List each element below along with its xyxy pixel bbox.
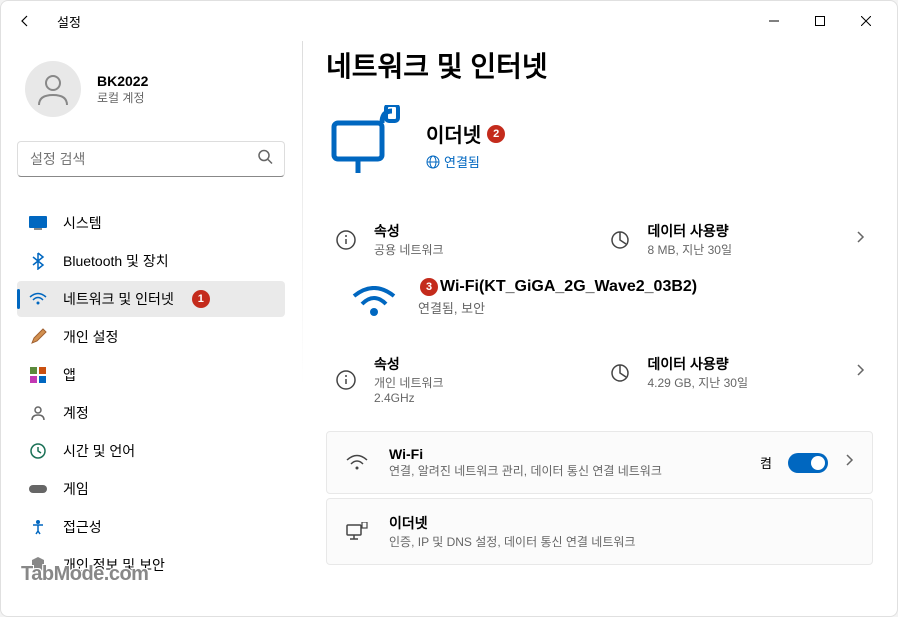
system-icon (29, 214, 47, 232)
wifi-toggle[interactable] (788, 453, 828, 473)
wifi-current: 3 Wi-Fi(KT_GiGA_2G_Wave2_03B2) 연결됨, 보안 (326, 270, 873, 334)
ethernet-usage[interactable]: 데이터 사용량 8 MB, 지난 30일 (600, 209, 874, 270)
sidebar-item-system[interactable]: 시스템 (17, 205, 285, 241)
close-icon (861, 16, 871, 26)
wifi-usage[interactable]: 데이터 사용량 4.29 GB, 지난 30일 (600, 342, 874, 403)
info-icon (334, 368, 358, 392)
sidebar-item-personalization[interactable]: 개인 설정 (17, 319, 285, 355)
minimize-button[interactable] (751, 5, 797, 37)
shield-icon (29, 556, 47, 574)
info-icon (334, 228, 358, 252)
ethernet-status-text: 연결됨 (444, 152, 480, 171)
maximize-button[interactable] (797, 5, 843, 37)
ethernet-card-sub: 인증, IP 및 DNS 설정, 데이터 통신 연결 네트워크 (389, 533, 749, 550)
wifi-name: Wi-Fi(KT_GiGA_2G_Wave2_03B2) (440, 278, 697, 296)
user-section[interactable]: BK2022 로컬 계정 (17, 53, 285, 137)
wifi-properties[interactable]: 속성 개인 네트워크 2.4GHz (326, 342, 600, 417)
back-button[interactable] (9, 5, 41, 37)
usage-label: 데이터 사용량 (648, 354, 749, 374)
ethernet-icon (345, 520, 369, 544)
ethernet-properties[interactable]: 속성 공용 네트워크 (326, 209, 600, 270)
sidebar-item-label: 시스템 (63, 213, 102, 233)
badge: 3 (420, 278, 438, 296)
badge: 1 (192, 290, 210, 308)
nav-list: 시스템 Bluetooth 및 장치 네트워크 및 인터넷 1 개인 설정 (17, 205, 285, 583)
sidebar: BK2022 로컬 계정 시스템 Bluetooth 및 장치 (1, 41, 301, 616)
accessibility-icon (29, 518, 47, 536)
maximize-icon (815, 16, 825, 26)
globe-icon (426, 155, 440, 169)
sidebar-item-apps[interactable]: 앱 (17, 357, 285, 393)
accounts-icon (29, 404, 47, 422)
properties-sub: 공용 네트워크 (374, 241, 444, 258)
titlebar: 설정 (1, 1, 897, 41)
close-button[interactable] (843, 5, 889, 37)
properties-label: 속성 (374, 221, 444, 241)
chevron-right-icon (855, 230, 865, 249)
chevron-right-icon (844, 453, 854, 472)
main-content: 네트워크 및 인터넷 이더넷 2 (301, 41, 897, 616)
sidebar-item-bluetooth[interactable]: Bluetooth 및 장치 (17, 243, 285, 279)
search-icon (257, 149, 273, 170)
wifi-icon (345, 451, 369, 475)
usage-sub: 4.29 GB, 지난 30일 (648, 374, 749, 391)
sidebar-item-time[interactable]: 시간 및 언어 (17, 433, 285, 469)
sidebar-item-label: 접근성 (63, 517, 102, 537)
wifi-card-sub: 연결, 알려진 네트워크 관리, 데이터 통신 연결 네트워크 (389, 462, 740, 479)
avatar (25, 61, 81, 117)
sidebar-item-label: 개인 정보 및 보안 (63, 555, 165, 575)
wifi-icon (350, 278, 398, 326)
sidebar-item-label: 네트워크 및 인터넷 (63, 289, 174, 309)
badge: 2 (487, 125, 505, 143)
ethernet-settings-card[interactable]: 이더넷 인증, IP 및 DNS 설정, 데이터 통신 연결 네트워크 (326, 498, 873, 565)
ethernet-card-title: 이더넷 (389, 513, 749, 533)
sidebar-item-accounts[interactable]: 계정 (17, 395, 285, 431)
search-box (17, 141, 285, 177)
properties-label: 속성 (374, 354, 444, 374)
sidebar-item-label: 앱 (63, 365, 76, 385)
usage-label: 데이터 사용량 (648, 221, 732, 241)
bluetooth-icon (29, 252, 47, 270)
page-title: 네트워크 및 인터넷 (326, 45, 873, 85)
sidebar-item-label: 게임 (63, 479, 89, 499)
wifi-card-title: Wi-Fi (389, 446, 740, 462)
ethernet-status: 이더넷 2 연결됨 (326, 105, 873, 185)
properties-sub2: 2.4GHz (374, 391, 444, 405)
sidebar-item-label: 시간 및 언어 (63, 441, 135, 461)
sidebar-item-privacy[interactable]: 개인 정보 및 보안 (17, 547, 285, 583)
sidebar-item-network[interactable]: 네트워크 및 인터넷 1 (17, 281, 285, 317)
clock-icon (29, 442, 47, 460)
wifi-status: 연결됨, 보안 (418, 298, 697, 317)
chart-icon (608, 228, 632, 252)
properties-sub1: 개인 네트워크 (374, 374, 444, 391)
sidebar-item-label: Bluetooth 및 장치 (63, 251, 169, 271)
wifi-settings-card[interactable]: Wi-Fi 연결, 알려진 네트워크 관리, 데이터 통신 연결 네트워크 켬 (326, 431, 873, 494)
ethernet-icon (326, 105, 406, 185)
brush-icon (29, 328, 47, 346)
user-icon (33, 69, 73, 109)
sidebar-item-accessibility[interactable]: 접근성 (17, 509, 285, 545)
toggle-label: 켬 (760, 453, 772, 472)
usage-sub: 8 MB, 지난 30일 (648, 241, 732, 258)
ethernet-title: 이더넷 (426, 119, 481, 148)
user-type: 로컬 계정 (97, 89, 148, 106)
apps-icon (29, 366, 47, 384)
sidebar-item-gaming[interactable]: 게임 (17, 471, 285, 507)
chart-icon (608, 361, 632, 385)
sidebar-item-label: 개인 설정 (63, 327, 118, 347)
minimize-icon (769, 16, 779, 26)
sidebar-item-label: 계정 (63, 403, 89, 423)
chevron-right-icon (855, 363, 865, 382)
user-name: BK2022 (97, 73, 148, 89)
wifi-icon (29, 290, 47, 308)
search-input[interactable] (17, 141, 285, 177)
window-title: 설정 (57, 12, 81, 31)
gaming-icon (29, 480, 47, 498)
arrow-left-icon (17, 13, 33, 29)
